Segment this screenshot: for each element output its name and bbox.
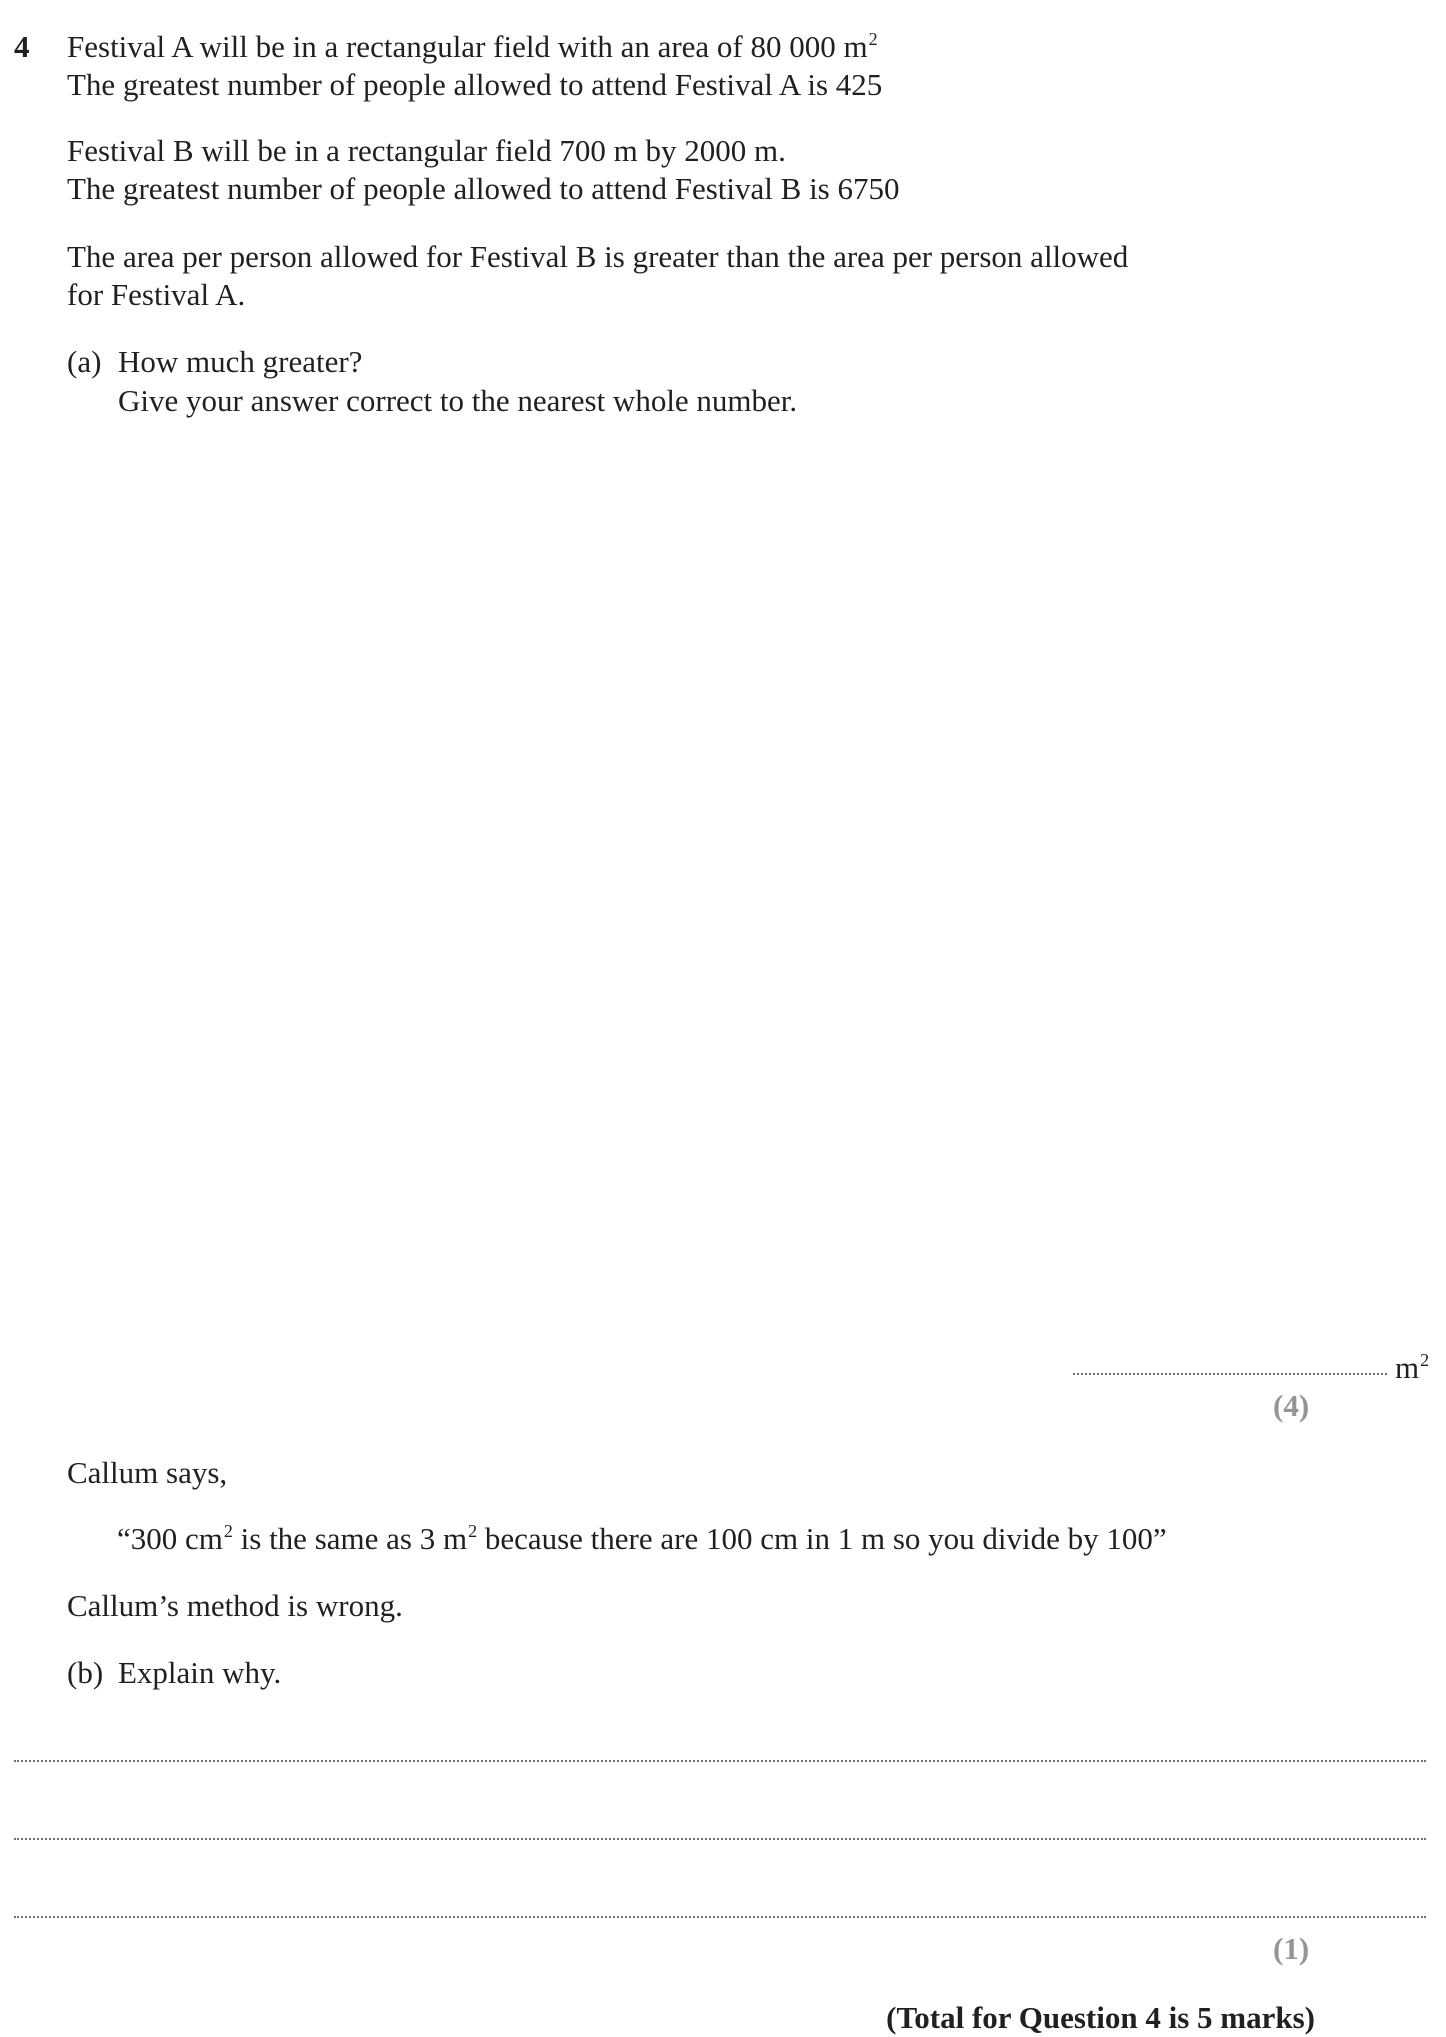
quote-part-2: is the same as 3 m [232,1521,468,1556]
part-b-answer-line-2[interactable] [14,1838,1426,1840]
festival-a-area-text: Festival A will be in a rectangular fiel… [67,29,868,64]
callum-verdict: Callum’s method is wrong. [67,1588,403,1623]
part-b-answer-line-3[interactable] [14,1916,1426,1918]
callum-intro: Callum says, [67,1455,228,1490]
part-a-answer-unit: m2 [1395,1349,1429,1391]
part-a-question: How much greater? [118,344,363,379]
part-a-marks: (4) [1273,1388,1310,1423]
festival-a-capacity-line: The greatest number of people allowed to… [67,67,883,102]
part-b-label: (b) [67,1655,104,1690]
superscript-2: 2 [1420,1350,1430,1370]
quote-part-3: because there are 100 cm in 1 m so you d… [477,1521,1167,1556]
superscript-2: 2 [223,1521,233,1541]
callum-quote: “300 cm2 is the same as 3 m2 because the… [117,1520,1167,1562]
total-marks: (Total for Question 4 is 5 marks) [886,2000,1315,2035]
part-b-prompt: Explain why. [118,1655,282,1690]
festival-a-area-line: Festival A will be in a rectangular fiel… [67,28,878,70]
superscript-2: 2 [468,1521,478,1541]
part-a-instruction: Give your answer correct to the nearest … [118,383,798,418]
quote-part-1: “300 cm [117,1521,223,1556]
part-b-answer-line-1[interactable] [14,1760,1426,1762]
question-number: 4 [14,29,30,64]
part-a-label: (a) [67,344,102,379]
part-a-answer-line[interactable] [1073,1373,1387,1375]
festival-b-area-line: Festival B will be in a rectangular fiel… [67,133,786,168]
answer-unit-text: m [1395,1350,1420,1385]
superscript-2: 2 [868,29,878,49]
part-b-marks: (1) [1273,1931,1310,1966]
festival-b-capacity-line: The greatest number of people allowed to… [67,171,900,206]
comparison-line-2: for Festival A. [67,277,246,312]
comparison-line-1: The area per person allowed for Festival… [67,239,1129,274]
